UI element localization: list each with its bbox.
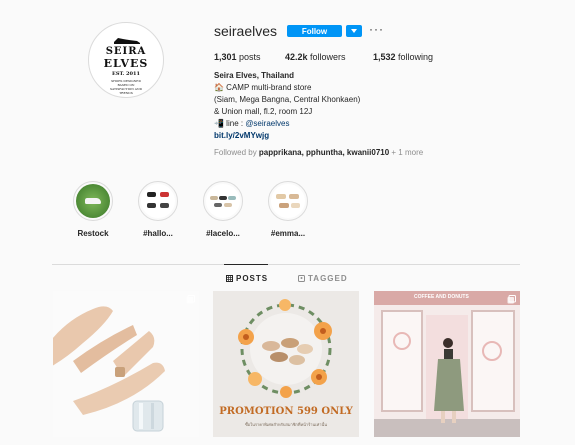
highlight-label: #hallo...: [143, 229, 173, 238]
posts-stat: 1,301 posts: [214, 52, 261, 62]
bio-name: Seira Elves, Thailand: [214, 71, 295, 80]
followed-names: papprikana, pphuntha, kwanii0710: [258, 148, 390, 157]
logo-line2: ELVES: [103, 57, 149, 70]
following-count: 1,532: [373, 52, 396, 62]
post-thumbnail[interactable]: PROMOTION 599 ONLY ซื้อในราคาพิเศษสำหรับ…: [213, 291, 359, 437]
bio-line-union: & Union mall, fl.2, room 12J: [214, 107, 313, 116]
highlight-ring: [268, 181, 308, 221]
highlight-label: #emma...: [270, 229, 306, 238]
sandal-photo: [53, 291, 199, 437]
followers-label: followers: [310, 52, 346, 62]
highlight-ring: [203, 181, 243, 221]
profile-avatar[interactable]: SEIRA ELVES EST. 2011 SHOES DESIGNED BAS…: [88, 22, 164, 98]
promotion-small-text: ซื้อในราคาพิเศษสำหรับสมาชิกที่หน้าร้านเท…: [245, 422, 327, 427]
highlight-ring: [73, 181, 113, 221]
more-options-button[interactable]: ···: [369, 22, 384, 36]
following-stat[interactable]: 1,532 following: [373, 52, 433, 62]
bio-line-contact: 📲 line : @seiraelves: [214, 119, 289, 128]
suggested-dropdown-button[interactable]: [346, 25, 362, 37]
highlight-lacelo[interactable]: [203, 181, 243, 221]
chevron-down-icon: [351, 29, 357, 33]
logo-tagline: SHOES DESIGNED BASED ON SATISFACTION AND…: [109, 79, 142, 95]
highlight-halloween[interactable]: [138, 181, 178, 221]
carousel-icon: [507, 295, 516, 304]
followed-more: + 1 more: [389, 148, 424, 157]
highlight-cover: [206, 184, 240, 218]
storefront-photo: [374, 291, 520, 437]
shoe-icon: [114, 38, 140, 44]
followers-count: 42.2k: [285, 52, 308, 62]
posts-count: 1,301: [214, 52, 237, 62]
highlight-cover: [141, 184, 175, 218]
bio-line-store: 🏠 CAMP multi-brand store: [214, 83, 312, 92]
carousel-icon: [186, 295, 195, 304]
logo-line1: SEIRA: [105, 46, 147, 57]
tab-posts[interactable]: POSTS: [226, 274, 268, 283]
highlight-restock[interactable]: [73, 181, 113, 221]
tab-tagged-label: TAGGED: [308, 274, 348, 283]
bio-line-prefix: 📲 line :: [214, 119, 246, 128]
followers-stat[interactable]: 42.2k followers: [285, 52, 346, 62]
active-tab-indicator: [224, 264, 268, 265]
shop-sign: COFFEE AND DONUTS: [414, 294, 469, 300]
bio-website-link[interactable]: bit.ly/2vMYwjg: [214, 131, 269, 140]
logo-est: EST. 2011: [112, 71, 140, 77]
post-thumbnail[interactable]: [53, 291, 199, 437]
highlight-cover: [76, 184, 110, 218]
line-handle-link[interactable]: @seiraelves: [245, 119, 289, 128]
tab-tagged[interactable]: TAGGED: [298, 274, 348, 283]
tabs-divider: [52, 264, 520, 265]
followed-by[interactable]: Followed by papprikana, pphuntha, kwanii…: [214, 148, 423, 157]
highlight-cover: [271, 184, 305, 218]
tab-posts-label: POSTS: [236, 274, 269, 283]
grid-icon: [226, 275, 233, 282]
tagged-icon: [298, 275, 305, 282]
followed-prefix: Followed by: [214, 148, 259, 157]
highlight-label: #lacelo...: [206, 229, 240, 238]
posts-label: posts: [239, 52, 261, 62]
follow-button[interactable]: Follow: [287, 25, 342, 37]
highlight-emma[interactable]: [268, 181, 308, 221]
profile-username: seiraelves: [214, 23, 278, 39]
post-thumbnail[interactable]: COFFEE AND DONUTS: [374, 291, 520, 437]
promotion-text: PROMOTION 599 ONLY: [219, 406, 353, 417]
highlight-label: Restock: [77, 229, 109, 238]
highlight-ring: [138, 181, 178, 221]
bio-line-locations: (Siam, Mega Bangna, Central Khonkaen): [214, 95, 361, 104]
following-label: following: [398, 52, 434, 62]
